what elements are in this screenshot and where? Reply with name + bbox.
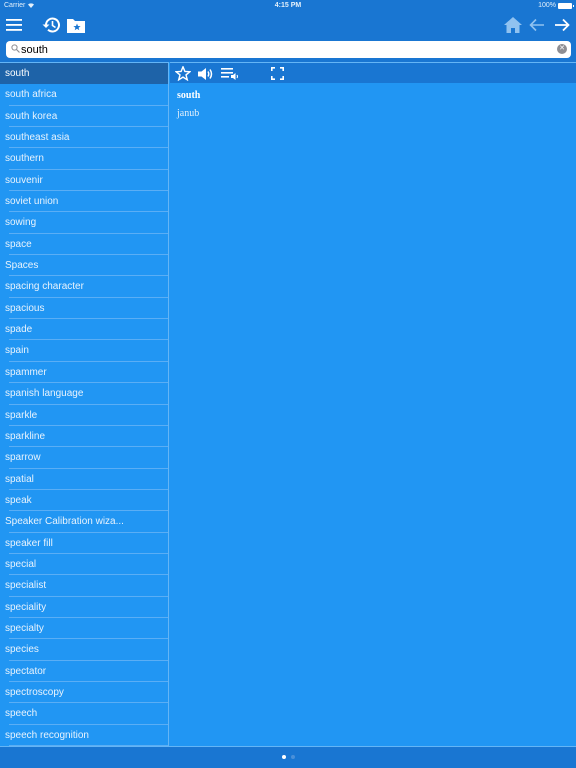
word-list-item[interactable]: spectroscopy — [0, 682, 168, 704]
history-icon — [42, 17, 60, 33]
battery-indicator: 100% — [538, 2, 574, 9]
favorite-button[interactable] — [174, 65, 192, 82]
word-list-item[interactable]: space — [0, 234, 168, 256]
battery-icon — [558, 2, 574, 9]
fullscreen-button[interactable] — [268, 65, 286, 82]
page-dot[interactable] — [281, 755, 286, 759]
bookmarks-button[interactable] — [66, 14, 86, 36]
word-list-item[interactable]: southeast asia — [0, 127, 168, 149]
search-bar: ✕ — [6, 41, 571, 58]
word-list-item[interactable]: specialist — [0, 575, 168, 597]
page-dot[interactable] — [290, 755, 295, 759]
word-list-item[interactable]: species — [0, 639, 168, 661]
history-button[interactable] — [40, 14, 62, 36]
arrow-right-icon — [555, 18, 570, 32]
word-list-item[interactable]: souvenir — [0, 170, 168, 192]
word-list-item[interactable]: sparrow — [0, 447, 168, 469]
speak-button[interactable] — [197, 65, 215, 82]
playlist-audio-icon — [220, 67, 238, 80]
word-list-item[interactable]: speciality — [0, 597, 168, 619]
headword: south — [177, 90, 201, 101]
word-list[interactable]: south south africa south korea southeast as… — [0, 62, 169, 746]
word-list-item[interactable]: speak — [0, 490, 168, 512]
word-list-item[interactable]: speaker fill — [0, 533, 168, 555]
battery-percent: 100% — [538, 2, 556, 9]
clear-search-button[interactable]: ✕ — [557, 44, 567, 54]
word-list-item[interactable]: sparkline — [0, 426, 168, 448]
search-input[interactable] — [21, 41, 551, 58]
translation: janub — [177, 108, 200, 119]
page-indicator[interactable] — [0, 755, 576, 759]
word-list-item[interactable]: south — [0, 63, 168, 85]
word-list-item[interactable]: sparkle — [0, 405, 168, 427]
word-list-item[interactable]: soviet union — [0, 191, 168, 213]
word-list-item[interactable]: spade — [0, 319, 168, 341]
word-list-item[interactable]: speech recognition — [0, 725, 168, 746]
play-list-button[interactable] — [220, 65, 240, 82]
top-bar: Carrier 4:15 PM 100% ✕ — [0, 0, 576, 62]
word-list-item[interactable]: spectator — [0, 661, 168, 683]
word-list-item[interactable]: Spaces — [0, 255, 168, 277]
forward-button[interactable] — [552, 14, 572, 36]
search-icon — [11, 44, 20, 53]
word-list-item[interactable]: Speaker Calibration wiza... — [0, 511, 168, 533]
word-list-item[interactable]: special — [0, 554, 168, 576]
bookmark-folder-icon — [67, 18, 85, 33]
word-list-item[interactable]: spacing character — [0, 276, 168, 299]
word-list-item[interactable]: spatial — [0, 469, 168, 491]
back-button[interactable] — [528, 14, 546, 36]
clear-icon: ✕ — [559, 45, 565, 52]
menu-button[interactable] — [4, 14, 24, 36]
bottom-bar — [0, 746, 576, 768]
word-list-item[interactable]: spain — [0, 340, 168, 363]
arrow-left-icon — [529, 18, 544, 32]
status-time: 4:15 PM — [274, 2, 302, 9]
word-list-item[interactable]: spanish language — [0, 383, 168, 405]
word-list-item[interactable]: south korea — [0, 106, 168, 128]
definition-panel: south janub — [170, 83, 576, 746]
word-list-item[interactable]: spammer — [0, 362, 168, 384]
fullscreen-icon — [270, 67, 284, 80]
word-list-item[interactable]: speech — [0, 703, 168, 726]
word-list-item[interactable]: spacious — [0, 298, 168, 320]
home-button[interactable] — [503, 14, 523, 36]
word-list-item[interactable]: south africa — [0, 84, 168, 107]
word-list-item[interactable]: southern — [0, 148, 168, 171]
word-list-item[interactable]: specialty — [0, 618, 168, 640]
star-icon — [175, 66, 191, 81]
hamburger-menu-icon — [6, 19, 22, 31]
detail-toolbar — [170, 62, 576, 83]
status-bar: Carrier 4:15 PM 100% — [0, 0, 576, 12]
home-icon — [504, 17, 522, 33]
speaker-icon — [198, 67, 213, 80]
word-list-item[interactable]: sowing — [0, 212, 168, 235]
